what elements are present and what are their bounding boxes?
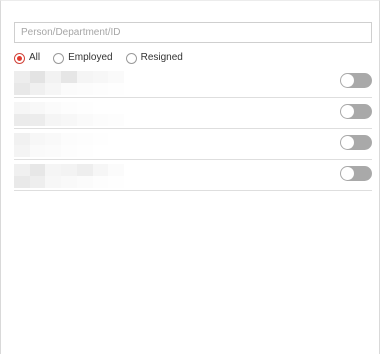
blur-cell bbox=[76, 114, 93, 126]
blur-cell bbox=[61, 102, 77, 114]
blur-cell bbox=[92, 133, 109, 145]
radio-resigned[interactable]: Resigned bbox=[125, 52, 183, 64]
list-item[interactable] bbox=[14, 129, 372, 160]
blur-cell bbox=[108, 133, 124, 145]
radio-button-icon[interactable] bbox=[53, 52, 65, 64]
person-name-blurred bbox=[14, 164, 124, 188]
blur-cell bbox=[76, 71, 93, 83]
status-toggle[interactable] bbox=[340, 73, 372, 88]
blur-cell bbox=[76, 102, 93, 114]
blur-cell bbox=[29, 83, 46, 95]
blur-cell bbox=[108, 83, 124, 95]
blur-cell bbox=[76, 83, 93, 95]
blur-cell bbox=[61, 71, 77, 83]
blur-cell bbox=[14, 145, 30, 157]
radio-button-icon[interactable] bbox=[125, 52, 137, 64]
blur-cell bbox=[108, 164, 124, 176]
blur-cell bbox=[76, 145, 93, 157]
radio-label: Resigned bbox=[140, 52, 183, 63]
blur-cell bbox=[108, 176, 124, 188]
blur-cell bbox=[92, 164, 109, 176]
blur-cell bbox=[29, 71, 46, 83]
blur-cell bbox=[61, 83, 77, 95]
blur-cell bbox=[108, 71, 124, 83]
person-list bbox=[14, 67, 372, 191]
blur-cell bbox=[92, 71, 109, 83]
blur-cell bbox=[29, 164, 46, 176]
blur-cell bbox=[61, 114, 77, 126]
toggle-knob bbox=[341, 105, 354, 118]
blur-cell bbox=[108, 145, 124, 157]
blur-cell bbox=[61, 145, 77, 157]
search-input[interactable] bbox=[14, 22, 372, 43]
status-toggle[interactable] bbox=[340, 104, 372, 119]
blur-cell bbox=[14, 164, 30, 176]
blur-cell bbox=[29, 176, 46, 188]
blur-cell bbox=[76, 164, 93, 176]
blur-cell bbox=[76, 176, 93, 188]
status-toggle[interactable] bbox=[340, 166, 372, 181]
blur-cell bbox=[14, 114, 30, 126]
status-filter: All Employed Resigned bbox=[14, 52, 196, 64]
blur-cell bbox=[92, 114, 109, 126]
blur-cell bbox=[45, 164, 62, 176]
status-toggle[interactable] bbox=[340, 135, 372, 150]
person-filter-panel: All Employed Resigned bbox=[0, 0, 380, 354]
radio-label: All bbox=[29, 52, 41, 63]
radio-all[interactable]: All bbox=[14, 52, 40, 64]
radio-label: Employed bbox=[68, 52, 113, 63]
blur-cell bbox=[108, 114, 124, 126]
blur-cell bbox=[14, 71, 30, 83]
blur-cell bbox=[92, 176, 109, 188]
blur-cell bbox=[76, 133, 93, 145]
person-name-blurred bbox=[14, 71, 124, 95]
blur-cell bbox=[108, 102, 124, 114]
blur-cell bbox=[14, 102, 30, 114]
blur-cell bbox=[45, 133, 62, 145]
list-item[interactable] bbox=[14, 67, 372, 98]
blur-cell bbox=[14, 83, 30, 95]
blur-cell bbox=[45, 83, 62, 95]
blur-cell bbox=[14, 176, 30, 188]
blur-cell bbox=[45, 114, 62, 126]
blur-cell bbox=[61, 133, 77, 145]
toggle-knob bbox=[341, 167, 354, 180]
blur-cell bbox=[14, 133, 30, 145]
toggle-knob bbox=[341, 136, 354, 149]
blur-cell bbox=[29, 102, 46, 114]
blur-cell bbox=[29, 133, 46, 145]
blur-cell bbox=[92, 145, 109, 157]
list-item[interactable] bbox=[14, 160, 372, 191]
radio-employed[interactable]: Employed bbox=[53, 52, 113, 64]
blur-cell bbox=[45, 102, 62, 114]
blur-cell bbox=[92, 102, 109, 114]
blur-cell bbox=[45, 145, 62, 157]
blur-cell bbox=[92, 83, 109, 95]
blur-cell bbox=[29, 145, 46, 157]
person-name-blurred bbox=[14, 102, 124, 126]
list-item[interactable] bbox=[14, 98, 372, 129]
blur-cell bbox=[61, 164, 77, 176]
toggle-knob bbox=[341, 74, 354, 87]
radio-button-icon[interactable] bbox=[14, 52, 25, 64]
blur-cell bbox=[29, 114, 46, 126]
blur-cell bbox=[45, 71, 62, 83]
blur-cell bbox=[45, 176, 62, 188]
person-name-blurred bbox=[14, 133, 124, 157]
blur-cell bbox=[61, 176, 77, 188]
